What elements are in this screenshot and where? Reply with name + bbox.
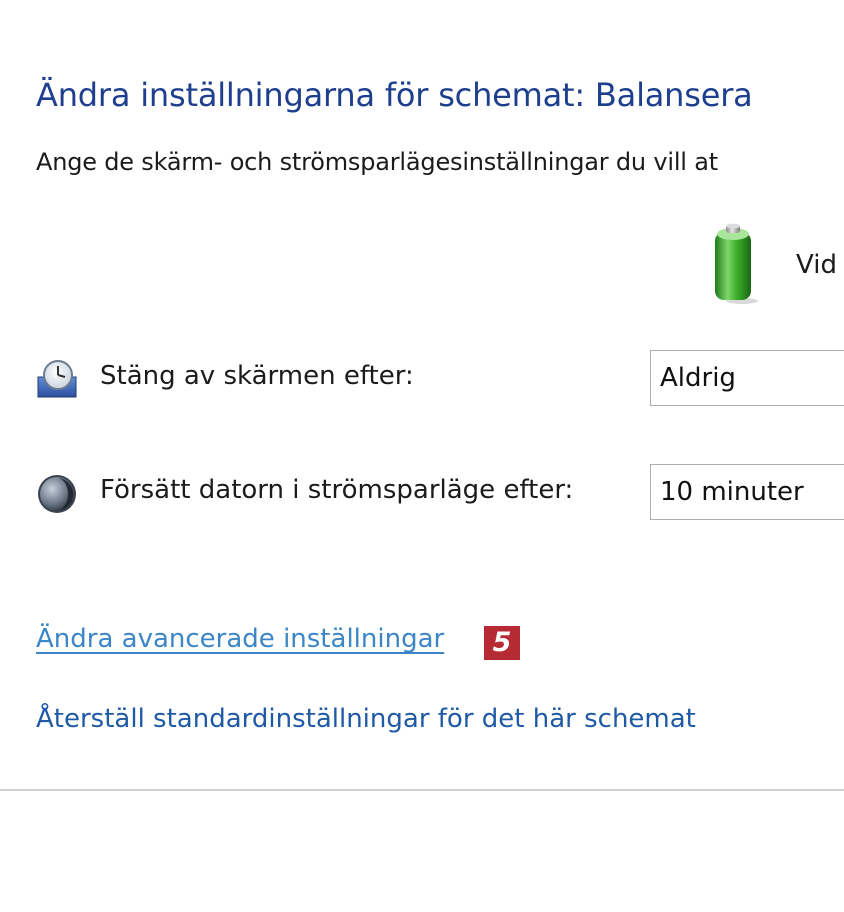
on-battery-column-label: Vid <box>796 250 837 280</box>
callout-number-badge: 5 <box>484 626 520 660</box>
battery-icon <box>715 223 758 304</box>
sleep-moon-icon <box>38 475 76 513</box>
sleep-timeout-select[interactable]: 10 minuter <box>650 464 844 520</box>
page-title: Ändra inställningarna för schemat: Balan… <box>36 76 753 114</box>
display-timeout-select[interactable]: Aldrig <box>650 350 844 406</box>
power-plan-settings-page: Ändra inställningarna för schemat: Balan… <box>0 0 844 912</box>
sleep-timeout-label: Försätt datorn i strömsparläge efter: <box>100 475 574 505</box>
display-clock-icon <box>37 360 77 398</box>
footer-divider <box>0 789 844 791</box>
page-description: Ange de skärm- och strömsparlägesinställ… <box>36 148 718 176</box>
display-timeout-label: Stäng av skärmen efter: <box>100 361 414 391</box>
advanced-settings-link[interactable]: Ändra avancerade inställningar <box>36 624 444 654</box>
restore-defaults-link[interactable]: Återställ standardinställningar för det … <box>36 704 696 734</box>
